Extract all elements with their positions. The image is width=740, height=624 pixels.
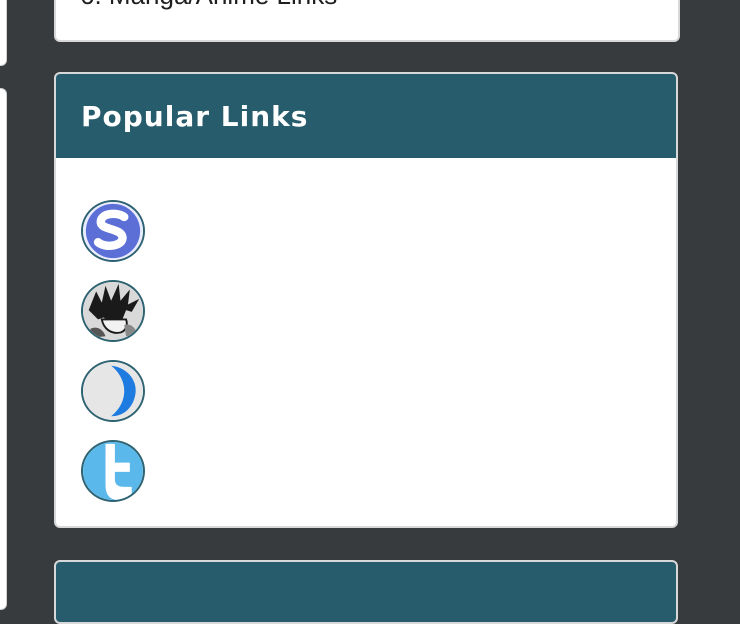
twitter-logo-icon: [83, 442, 143, 500]
widget-title: Popular Links: [81, 99, 309, 133]
popular-link-1[interactable]: [81, 200, 145, 262]
popular-links-list: [56, 158, 676, 502]
manga-character-icon: [83, 282, 143, 340]
sidebar-edge-bottom: [0, 88, 7, 610]
popular-links-widget: Popular Links: [54, 72, 678, 528]
popular-link-4[interactable]: [81, 440, 145, 502]
next-widget-header: [54, 560, 678, 624]
crescent-logo-icon: [83, 362, 143, 420]
widget-header: Popular Links: [56, 74, 676, 158]
sidebar-edge-top: [0, 0, 7, 66]
popular-link-3[interactable]: [81, 360, 145, 422]
manga-anime-links-widget: 6. Manga/Anime Links: [54, 0, 680, 42]
s-logo-icon: [83, 202, 143, 260]
manga-anime-links-link[interactable]: 6. Manga/Anime Links: [80, 0, 337, 11]
popular-link-2[interactable]: [81, 280, 145, 342]
